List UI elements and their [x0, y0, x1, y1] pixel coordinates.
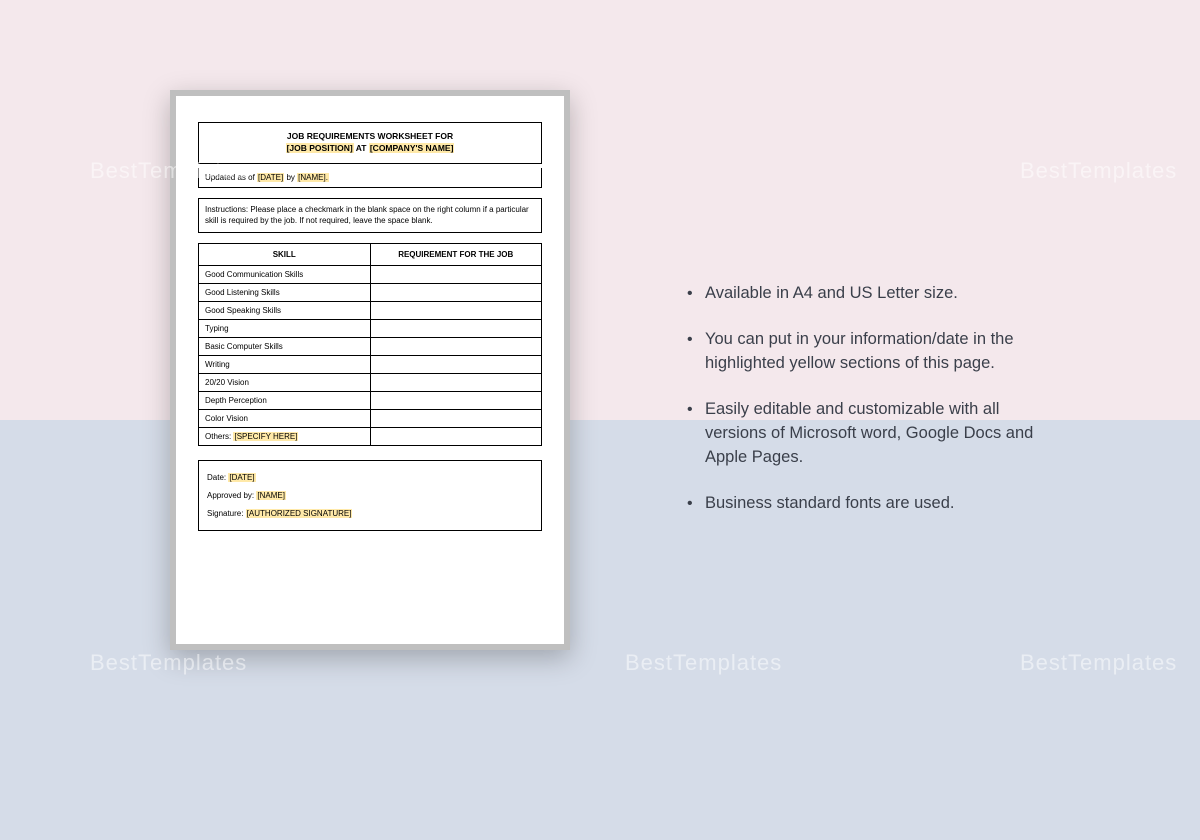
- placeholder-company-name: [COMPANY'S NAME]: [369, 143, 455, 153]
- requirement-cell: [370, 302, 542, 320]
- title-line1: JOB REQUIREMENTS WORKSHEET FOR: [205, 131, 535, 143]
- skill-cell: Good Communication Skills: [199, 266, 371, 284]
- updated-prefix: Updated as of: [205, 173, 255, 182]
- placeholder-job-position: [JOB POSITION]: [286, 143, 354, 153]
- col-skill-header: SKILL: [199, 244, 371, 266]
- table-row: Depth Perception: [199, 392, 542, 410]
- skill-cell: Color Vision: [199, 410, 371, 428]
- requirement-cell: [370, 374, 542, 392]
- watermark: BestTemplates: [1020, 650, 1177, 676]
- sig-date-line: Date: [DATE]: [207, 469, 533, 487]
- table-row: Good Speaking Skills: [199, 302, 542, 320]
- others-label: Others:: [205, 432, 231, 441]
- skill-cell: Good Listening Skills: [199, 284, 371, 302]
- signature-block: Date: [DATE] Approved by: [NAME] Signatu…: [198, 460, 542, 531]
- table-row: Writing: [199, 356, 542, 374]
- title-at: AT: [356, 143, 367, 153]
- updated-by: by: [286, 173, 294, 182]
- placeholder-sig-date: [DATE]: [228, 473, 255, 482]
- sig-signature-label: Signature:: [207, 509, 243, 518]
- feature-item: Available in A4 and US Letter size.: [685, 282, 1055, 306]
- watermark: BestTemplates: [1020, 158, 1177, 184]
- feature-item: Business standard fonts are used.: [685, 492, 1055, 516]
- sig-approved-line: Approved by: [NAME]: [207, 487, 533, 505]
- placeholder-sig-signature: [AUTHORIZED SIGNATURE]: [246, 509, 353, 518]
- sig-date-label: Date:: [207, 473, 226, 482]
- requirement-cell: [370, 356, 542, 374]
- skill-cell: Good Speaking Skills: [199, 302, 371, 320]
- placeholder-updated-date: [DATE]: [257, 173, 284, 182]
- requirement-cell: [370, 266, 542, 284]
- placeholder-updated-name: [NAME].: [297, 173, 329, 182]
- skill-cell: Basic Computer Skills: [199, 338, 371, 356]
- requirement-cell: [370, 428, 542, 446]
- sig-signature-line: Signature: [AUTHORIZED SIGNATURE]: [207, 505, 533, 523]
- watermark: BestTemplates: [625, 650, 782, 676]
- placeholder-others: [SPECIFY HERE]: [233, 432, 298, 441]
- watermark: BestTemplates: [90, 650, 247, 676]
- requirement-cell: [370, 320, 542, 338]
- table-row: Basic Computer Skills: [199, 338, 542, 356]
- requirement-cell: [370, 338, 542, 356]
- requirement-cell: [370, 392, 542, 410]
- table-row: Typing: [199, 320, 542, 338]
- instructions-block: Instructions: Please place a checkmark i…: [198, 198, 542, 234]
- skill-cell: 20/20 Vision: [199, 374, 371, 392]
- skills-table: SKILL REQUIREMENT FOR THE JOB Good Commu…: [198, 243, 542, 446]
- requirement-cell: [370, 410, 542, 428]
- title-block: JOB REQUIREMENTS WORKSHEET FOR [JOB POSI…: [198, 122, 542, 164]
- document-preview-frame: JOB REQUIREMENTS WORKSHEET FOR [JOB POSI…: [170, 90, 570, 650]
- table-row: Good Communication Skills: [199, 266, 542, 284]
- table-row-others: Others: [SPECIFY HERE]: [199, 428, 542, 446]
- skill-cell: Writing: [199, 356, 371, 374]
- feature-item: Easily editable and customizable with al…: [685, 398, 1055, 470]
- document-page: JOB REQUIREMENTS WORKSHEET FOR [JOB POSI…: [176, 96, 564, 644]
- title-line2: [JOB POSITION] AT [COMPANY'S NAME]: [205, 143, 535, 155]
- others-cell: Others: [SPECIFY HERE]: [199, 428, 371, 446]
- skill-cell: Typing: [199, 320, 371, 338]
- requirement-cell: [370, 284, 542, 302]
- placeholder-sig-approved: [NAME]: [256, 491, 286, 500]
- table-row: Good Listening Skills: [199, 284, 542, 302]
- table-row: Color Vision: [199, 410, 542, 428]
- table-row: 20/20 Vision: [199, 374, 542, 392]
- updated-row: Updated as of [DATE] by [NAME].: [198, 168, 542, 188]
- skill-cell: Depth Perception: [199, 392, 371, 410]
- col-requirement-header: REQUIREMENT FOR THE JOB: [370, 244, 542, 266]
- sig-approved-label: Approved by:: [207, 491, 254, 500]
- feature-item: You can put in your information/date in …: [685, 328, 1055, 376]
- table-header-row: SKILL REQUIREMENT FOR THE JOB: [199, 244, 542, 266]
- features-list: Available in A4 and US Letter size. You …: [685, 282, 1055, 537]
